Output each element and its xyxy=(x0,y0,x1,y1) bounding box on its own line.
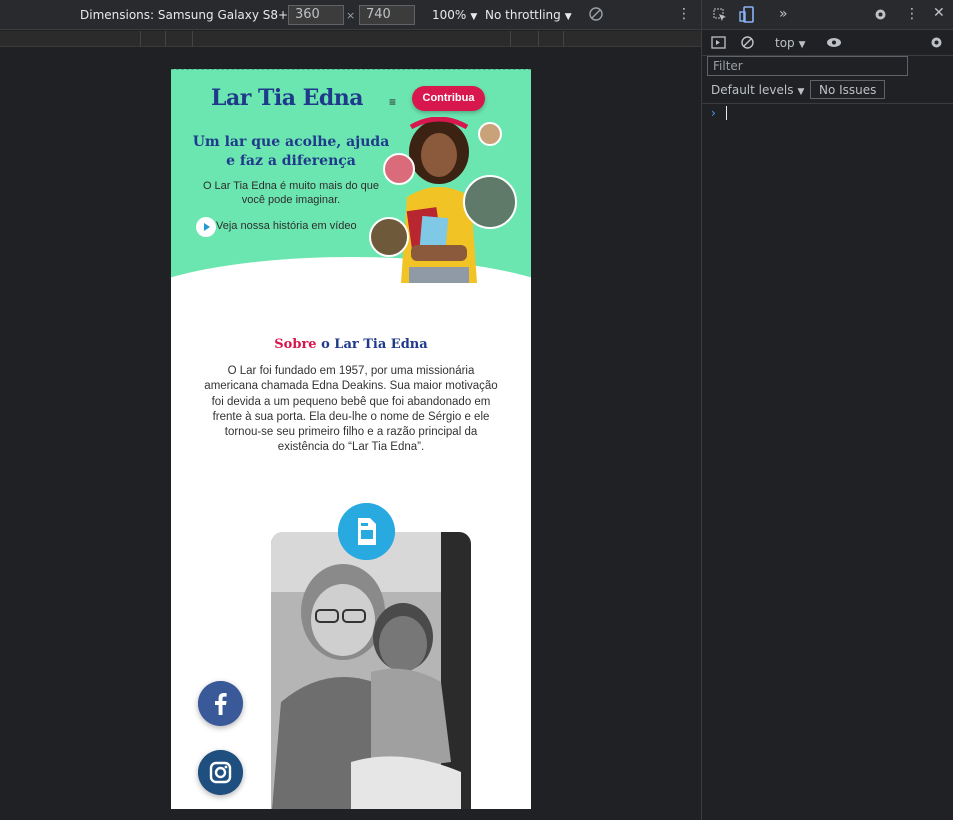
log-levels-value: Default levels xyxy=(711,83,794,97)
inspect-element-icon[interactable] xyxy=(713,8,727,22)
context-select[interactable]: top ▼ xyxy=(775,36,806,50)
devtools-panel: » ⋮ ✕ top ▼ Filter Default levels ▼ No Iss… xyxy=(701,0,953,820)
bubble-photo-4 xyxy=(369,217,409,257)
context-value: top xyxy=(775,36,795,50)
more-tabs-icon[interactable]: » xyxy=(779,6,788,22)
bubble-photo-1 xyxy=(478,122,502,146)
eye-icon[interactable] xyxy=(826,37,842,48)
device-select[interactable]: Dimensions: Samsung Galaxy S8+▼ xyxy=(80,8,299,22)
bubble-photo-3 xyxy=(463,175,517,229)
about-text: O Lar foi fundado em 1957, por uma missi… xyxy=(204,365,498,454)
site-logo[interactable]: Lar Tia Edna xyxy=(211,85,364,111)
issues-button[interactable]: No Issues xyxy=(810,80,886,99)
close-icon[interactable]: ✕ xyxy=(933,5,945,21)
device-toggle-icon[interactable] xyxy=(739,6,755,23)
facebook-icon[interactable] xyxy=(198,681,243,726)
zoom-select[interactable]: 100% ▼ xyxy=(432,8,477,22)
console-prompt-icon: › xyxy=(711,106,716,120)
dimension-separator: × xyxy=(346,9,356,22)
device-toolbar: Dimensions: Samsung Galaxy S8+▼ 360 × 74… xyxy=(0,0,701,30)
about-title-highlight: Sobre xyxy=(274,337,317,352)
height-input[interactable]: 740 xyxy=(359,5,415,25)
caret-down-icon: ▼ xyxy=(798,40,806,50)
caret-down-icon: ▼ xyxy=(797,87,805,97)
devtools-top-bar: » ⋮ ✕ xyxy=(702,0,953,30)
settings-gear-icon[interactable] xyxy=(873,7,888,22)
devtools-more-icon[interactable]: ⋮ xyxy=(905,6,919,22)
log-levels-select[interactable]: Default levels ▼ xyxy=(711,83,804,97)
emulated-viewport: Lar Tia Edna ≡ Contribua Um lar que acol… xyxy=(171,69,531,809)
more-options-icon[interactable]: ⋮ xyxy=(677,6,691,22)
console-toolbar: top ▼ xyxy=(702,30,953,56)
hero-title: Um lar que acolhe, ajuda e faz a diferen… xyxy=(192,134,390,169)
console-filter-input[interactable]: Filter xyxy=(707,56,908,76)
media-query-ruler xyxy=(0,31,701,47)
video-link[interactable]: Veja nossa história em vídeo xyxy=(216,220,357,232)
contribua-button[interactable]: Contribua xyxy=(412,86,485,111)
console-input-cursor[interactable] xyxy=(726,106,727,120)
hero-subtitle: O Lar Tia Edna é muito mais do que você … xyxy=(202,180,380,206)
founder-photo xyxy=(271,532,471,809)
console-settings-icon[interactable] xyxy=(929,35,944,50)
caret-down-icon: ▼ xyxy=(470,12,478,22)
sidebar-toggle-icon[interactable] xyxy=(711,36,726,49)
about-title: Sobre o Lar Tia Edna xyxy=(171,337,531,352)
document-icon xyxy=(338,503,395,560)
bubble-photo-2 xyxy=(383,153,415,185)
throttling-select[interactable]: No throttling ▼ xyxy=(485,8,572,22)
menu-icon[interactable]: ≡ xyxy=(389,95,396,109)
caret-down-icon: ▼ xyxy=(564,12,572,22)
throttling-value: No throttling xyxy=(485,8,561,22)
play-icon[interactable] xyxy=(196,217,216,237)
about-title-rest: o Lar Tia Edna xyxy=(316,337,428,352)
rotate-icon[interactable] xyxy=(588,6,604,22)
zoom-value: 100% xyxy=(432,8,467,22)
width-input[interactable]: 360 xyxy=(288,5,344,25)
console-divider xyxy=(702,103,953,104)
device-dimensions-label: Dimensions: Samsung Galaxy S8+ xyxy=(80,8,289,22)
clear-console-icon[interactable] xyxy=(740,35,755,50)
instagram-icon[interactable] xyxy=(198,750,243,795)
